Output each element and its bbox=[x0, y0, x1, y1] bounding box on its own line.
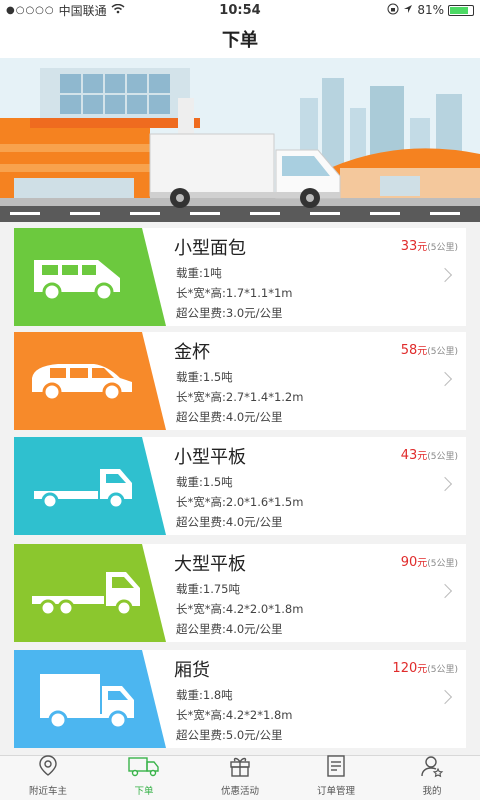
vehicle-price: 58元(5公里) bbox=[401, 342, 458, 358]
location-icon bbox=[35, 754, 61, 783]
vehicle-price: 120元(5公里) bbox=[392, 660, 458, 676]
price-unit: 元 bbox=[417, 664, 428, 675]
tab-place-order[interactable]: 下单 bbox=[96, 756, 192, 800]
vehicle-name: 大型平板 bbox=[174, 554, 246, 575]
tab-label: 下单 bbox=[134, 786, 154, 797]
price-distance: (5公里) bbox=[427, 243, 458, 253]
nav-bar: 下单 bbox=[0, 20, 480, 58]
vehicle-extra-fee: 超公里费:5.0元/公里 bbox=[176, 728, 283, 742]
vehicle-name: 厢货 bbox=[174, 660, 210, 681]
tab-label: 我的 bbox=[422, 786, 442, 797]
price-distance: (5公里) bbox=[427, 452, 458, 462]
price-distance: (5公里) bbox=[427, 665, 458, 675]
wifi-icon bbox=[111, 3, 125, 17]
chevron-right-icon[interactable] bbox=[437, 371, 453, 387]
price-unit: 元 bbox=[417, 346, 428, 357]
vehicle-dimensions: 长*宽*高:4.2*2.0*1.8m bbox=[176, 602, 304, 616]
vehicle-price: 90元(5公里) bbox=[401, 554, 458, 570]
signal-icon: ●○○○○ bbox=[6, 4, 55, 16]
vehicle-color-block bbox=[14, 437, 174, 535]
vehicle-dimensions: 长*宽*高:2.0*1.6*1.5m bbox=[176, 495, 304, 509]
vehicle-card[interactable]: 小型平板载重:1.5吨长*宽*高:2.0*1.6*1.5m 超公里费:4.0元/公… bbox=[14, 437, 466, 535]
truck-icon bbox=[127, 754, 161, 783]
vehicle-extra-fee: 超公里费:4.0元/公里 bbox=[176, 622, 283, 636]
tab-label: 订单管理 bbox=[316, 786, 355, 797]
tab-mine[interactable]: 我的 bbox=[384, 756, 480, 800]
carrier-name: 中国联通 bbox=[58, 3, 107, 18]
vehicle-dimensions: 长*宽*高:4.2*2*1.8m bbox=[176, 708, 293, 722]
price-unit: 元 bbox=[417, 451, 428, 462]
vehicle-extra-fee: 超公里费:4.0元/公里 bbox=[176, 515, 283, 529]
status-time: 10:54 bbox=[219, 2, 261, 18]
vehicle-card[interactable]: 大型平板载重:1.75吨长*宽*高:4.2*2.0*1.8m 超公里费:4.0元/… bbox=[14, 544, 466, 642]
vehicle-price: 33元(5公里) bbox=[401, 238, 458, 254]
vehicle-color-block bbox=[14, 332, 174, 430]
vehicle-dimensions: 长*宽*高:2.7*1.4*1.2m bbox=[176, 390, 304, 404]
vehicle-price: 43元(5公里) bbox=[401, 447, 458, 463]
price-value: 43 bbox=[400, 448, 418, 463]
price-value: 33 bbox=[400, 239, 418, 254]
price-unit: 元 bbox=[417, 558, 428, 569]
vehicle-load: 载重:1吨 bbox=[176, 266, 222, 280]
chevron-right-icon[interactable] bbox=[437, 583, 453, 599]
chevron-right-icon[interactable] bbox=[437, 476, 453, 492]
vehicle-extra-fee: 超公里费:3.0元/公里 bbox=[176, 306, 283, 320]
vehicle-card[interactable]: 厢货载重:1.8吨长*宽*高:4.2*2*1.8m 超公里费:5.0元/公里 120… bbox=[14, 650, 466, 748]
vehicle-load: 载重:1.75吨 bbox=[176, 582, 240, 596]
chevron-right-icon[interactable] bbox=[437, 689, 453, 705]
vehicle-load: 载重:1.5吨 bbox=[176, 475, 233, 489]
price-distance: (5公里) bbox=[427, 347, 458, 357]
tab-label: 优惠活动 bbox=[220, 786, 259, 797]
page-title: 下单 bbox=[222, 30, 258, 51]
price-value: 58 bbox=[400, 343, 418, 358]
vehicle-card[interactable]: 金杯载重:1.5吨长*宽*高:2.7*1.4*1.2m 超公里费:4.0元/公里 5… bbox=[14, 332, 466, 430]
vehicle-color-block bbox=[14, 544, 174, 642]
price-distance: (5公里) bbox=[427, 559, 458, 569]
battery-icon bbox=[448, 4, 474, 16]
vehicle-name: 金杯 bbox=[174, 342, 210, 363]
vehicle-color-block bbox=[14, 228, 174, 326]
tab-order-management[interactable]: 订单管理 bbox=[288, 754, 384, 800]
location-arrow-icon bbox=[403, 3, 413, 17]
vehicle-color-block bbox=[14, 650, 174, 748]
battery-percent: 81% bbox=[417, 3, 444, 17]
tab-label: 附近车主 bbox=[28, 786, 67, 797]
price-unit: 元 bbox=[417, 242, 428, 253]
status-bar: ●○○○○ 中国联通 10:54 81% bbox=[0, 0, 480, 20]
vehicle-card[interactable]: 小型面包载重:1吨长*宽*高:1.7*1.1*1m 超公里费:3.0元/公里 33元… bbox=[14, 228, 466, 326]
gift-icon bbox=[227, 754, 253, 783]
vehicle-load: 载重:1.5吨 bbox=[176, 370, 233, 384]
chevron-right-icon[interactable] bbox=[437, 267, 453, 283]
price-value: 120 bbox=[392, 661, 418, 676]
order-list-icon bbox=[323, 754, 349, 783]
vehicle-name: 小型面包 bbox=[174, 238, 246, 259]
vehicle-load: 载重:1.8吨 bbox=[176, 688, 233, 702]
vehicle-list[interactable]: 小型面包 载重:1吨 长*宽*高:1.7*1.1*1m 超公里费:3.0元/公里 33元… bbox=[0, 222, 480, 755]
banner-illustration bbox=[0, 58, 480, 222]
vehicle-dimensions: 长*宽*高:1.7*1.1*1m bbox=[176, 286, 293, 300]
price-value: 90 bbox=[400, 555, 418, 570]
vehicle-name: 小型平板 bbox=[174, 447, 246, 468]
profile-icon bbox=[419, 754, 445, 783]
vehicle-extra-fee: 超公里费:4.0元/公里 bbox=[176, 410, 283, 424]
tab-bar: 附近车主 下单 优惠活动 订单管理 我的 bbox=[0, 755, 480, 800]
tab-promotions[interactable]: 优惠活动 bbox=[192, 756, 288, 800]
lock-rotation-icon bbox=[387, 3, 399, 18]
tab-nearby-drivers[interactable]: 附近车主 bbox=[0, 754, 96, 800]
